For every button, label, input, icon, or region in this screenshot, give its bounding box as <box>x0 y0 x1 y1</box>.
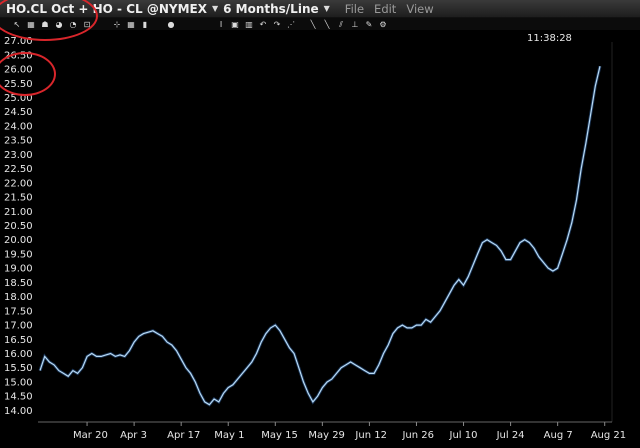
cursor-icon[interactable]: ↖ <box>12 20 22 29</box>
y-tick-label: 26.00 <box>4 65 33 76</box>
chart-window: HO.CL Oct + HO - CL @NYMEX ▼ 6 Months/Li… <box>0 0 640 448</box>
y-axis: 14.00 14.50 15.00 15.50 16.00 16.50 17.00 17.50… <box>4 36 33 417</box>
grid-icon[interactable]: ▦ <box>26 20 36 29</box>
period-dropdown-icon[interactable]: ▼ <box>324 4 330 13</box>
y-tick-label: 18.00 <box>4 292 33 303</box>
crosshair-icon[interactable]: ⊹ <box>112 20 122 29</box>
y-tick-label: 27.00 <box>4 36 33 47</box>
y-tick-label: 16.00 <box>4 349 33 360</box>
y-tick-label: 24.50 <box>4 107 33 118</box>
trend-icon[interactable]: ⋰ <box>286 20 296 29</box>
x-tick-label: May 29 <box>308 430 345 441</box>
template-icon[interactable]: ⊡ <box>82 20 92 29</box>
y-tick-label: 23.00 <box>4 150 33 161</box>
y-tick-label: 25.00 <box>4 93 33 104</box>
bar-chart-icon[interactable]: ▮ <box>140 20 150 29</box>
y-tick-label: 22.50 <box>4 164 33 175</box>
clock-readout: 11:38:28 <box>527 33 572 44</box>
y-tick-label: 21.50 <box>4 193 33 204</box>
period-selector[interactable]: 6 Months/Line <box>223 2 319 16</box>
globe-icon[interactable]: ● <box>166 20 176 29</box>
y-tick-label: 17.00 <box>4 321 33 332</box>
zoom-icon[interactable]: ◔ <box>68 20 78 29</box>
symbol-dropdown-icon[interactable]: ▼ <box>212 4 218 13</box>
y-tick-label: 16.50 <box>4 335 33 346</box>
x-tick-label: May 15 <box>261 430 298 441</box>
y-tick-label: 15.00 <box>4 377 33 388</box>
y-tick-label: 19.00 <box>4 264 33 275</box>
y-tick-label: 14.00 <box>4 406 33 417</box>
measure-icon[interactable]: ⊥ <box>350 20 360 29</box>
y-tick-label: 25.50 <box>4 79 33 90</box>
channel-icon[interactable]: ⫽ <box>336 20 346 29</box>
y-tick-label: 18.50 <box>4 278 33 289</box>
y-tick-label: 17.50 <box>4 306 33 317</box>
redo-icon[interactable]: ↷ <box>272 20 282 29</box>
x-tick-label: Jul 24 <box>496 430 525 441</box>
x-tick-label: Mar 20 <box>73 430 108 441</box>
price-chart[interactable]: 11:38:28 14.0014.5015.0015.5016.0016.501… <box>0 30 640 448</box>
tools-icon[interactable]: ✎ <box>364 20 374 29</box>
y-tick-label: 24.00 <box>4 121 33 132</box>
drawing-icon[interactable]: ☗ <box>40 20 50 29</box>
fib-icon[interactable]: ╲ <box>308 20 318 29</box>
y-tick-label: 22.00 <box>4 178 33 189</box>
menu-file[interactable]: File <box>345 2 364 16</box>
paint-icon[interactable]: ◕ <box>54 20 64 29</box>
title-bar: HO.CL Oct + HO - CL @NYMEX ▼ 6 Months/Li… <box>0 0 640 18</box>
window-icon[interactable]: ▣ <box>230 20 240 29</box>
columns-icon[interactable]: ▥ <box>244 20 254 29</box>
settings-icon[interactable]: ⚙ <box>378 20 388 29</box>
y-tick-label: 14.50 <box>4 392 33 403</box>
x-tick-label: Aug 7 <box>544 430 573 441</box>
y-tick-label: 20.00 <box>4 235 33 246</box>
undo-icon[interactable]: ↶ <box>258 20 268 29</box>
y-tick-label: 20.50 <box>4 221 33 232</box>
y-tick-label: 26.50 <box>4 50 33 61</box>
x-tick-label: Jun 26 <box>401 430 434 441</box>
x-tick-label: Apr 17 <box>167 430 200 441</box>
x-tick-label: Apr 3 <box>120 430 147 441</box>
line-icon[interactable]: ╲ <box>322 20 332 29</box>
x-tick-label: Jul 10 <box>449 430 478 441</box>
y-tick-label: 15.50 <box>4 363 33 374</box>
y-tick-label: 19.50 <box>4 249 33 260</box>
x-tick-label: May 1 <box>214 430 244 441</box>
table-icon[interactable]: ▦ <box>126 20 136 29</box>
y-tick-label: 21.00 <box>4 207 33 218</box>
toolbar: ↖ ▦ ☗ ◕ ◔ ⊡ ⊹ ▦ ▮ ● I ▣ ▥ ↶ ↷ ⋰ ╲ ╲ ⫽ ⊥ … <box>0 18 640 30</box>
x-tick-label: Jun 12 <box>354 430 387 441</box>
menu-edit[interactable]: Edit <box>374 2 396 16</box>
y-tick-label: 23.50 <box>4 136 33 147</box>
x-tick-label: Aug 21 <box>591 430 626 441</box>
text-icon[interactable]: I <box>216 20 226 29</box>
menu-view[interactable]: View <box>406 2 433 16</box>
symbol-selector[interactable]: HO.CL Oct + HO - CL @NYMEX <box>6 2 207 16</box>
